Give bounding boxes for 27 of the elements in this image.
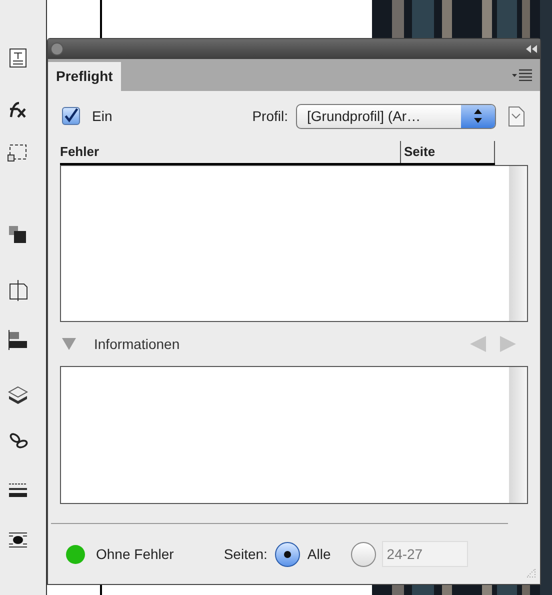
resize-grip-icon[interactable]: [526, 568, 536, 578]
layers-icon[interactable]: [7, 384, 29, 406]
scrollbar-track[interactable]: [509, 367, 527, 503]
page-icon[interactable]: [7, 279, 29, 301]
document-icon[interactable]: [506, 105, 526, 127]
section-label: Informationen: [94, 334, 180, 354]
checkbox[interactable]: [62, 107, 80, 125]
radio-label: Alle: [307, 544, 331, 564]
profile-select[interactable]: [Grundprofil] (Ar…: [296, 104, 496, 128]
text-frame-icon[interactable]: [7, 47, 29, 69]
panel-tab[interactable]: Preflight: [48, 62, 121, 91]
column-header[interactable]: Seite: [400, 141, 495, 163]
layers-squares-icon[interactable]: [7, 224, 29, 246]
radio-button[interactable]: [275, 542, 300, 566]
column-header[interactable]: Fehler: [60, 142, 400, 163]
page-range-field[interactable]: 24-27: [382, 541, 468, 567]
collapse-icon[interactable]: [526, 45, 538, 53]
profile-label: Profil:: [252, 106, 288, 126]
scrollbar-track[interactable]: [509, 166, 527, 321]
menu-icon[interactable]: [512, 69, 532, 81]
radio-button[interactable]: [350, 542, 376, 566]
checkbox-label: Ein: [92, 106, 112, 126]
frame-icon[interactable]: [7, 142, 29, 164]
close-icon[interactable]: [50, 42, 64, 56]
pages-label: Seiten:: [224, 544, 268, 564]
status-text: Ohne Fehler: [96, 544, 174, 564]
align-icon[interactable]: [7, 329, 29, 351]
